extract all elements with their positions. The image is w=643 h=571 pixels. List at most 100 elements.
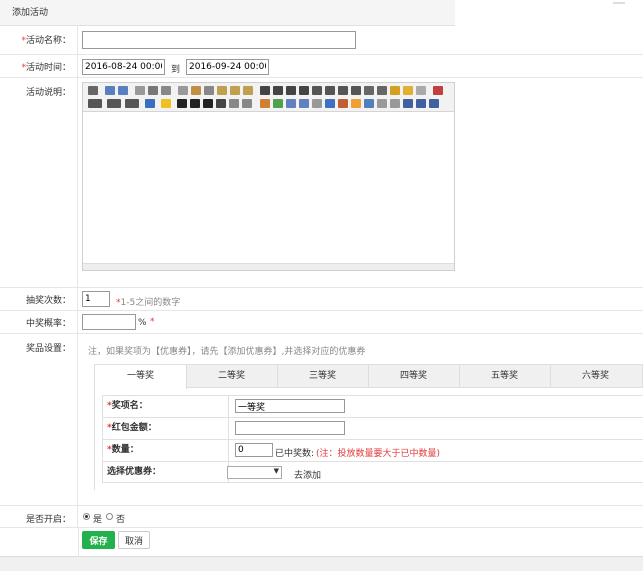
bottom-bar — [0, 556, 643, 571]
font-color-icon[interactable] — [145, 99, 155, 108]
italic-icon[interactable] — [190, 99, 200, 108]
tab-prize-3[interactable]: 三等奖 — [277, 365, 369, 387]
tab-prize-2[interactable]: 二等奖 — [186, 365, 278, 387]
label-time: 活动时间： — [25, 63, 71, 73]
page-title: 添加活动 — [0, 0, 455, 26]
tab-prize-5[interactable]: 五等奖 — [459, 365, 551, 387]
select-all-icon[interactable] — [403, 86, 413, 95]
cancel-button[interactable]: 取消 — [118, 531, 150, 549]
end-time-input[interactable] — [186, 59, 269, 75]
align-center-icon[interactable] — [273, 86, 283, 95]
attachment-icon[interactable] — [312, 99, 322, 108]
coupon-row: 选择优惠券： 去添加 — [102, 461, 643, 483]
save-button[interactable]: 保存 — [82, 531, 115, 549]
multi-image-icon[interactable] — [273, 99, 283, 108]
footer-label-col — [0, 528, 79, 556]
label-name: 活动名称： — [25, 36, 71, 46]
percent-unit: % — [138, 318, 147, 328]
clear-format-icon[interactable] — [390, 86, 400, 95]
outdent-icon[interactable] — [351, 86, 361, 95]
strikethrough-icon[interactable] — [216, 99, 226, 108]
hr-icon[interactable] — [338, 99, 348, 108]
highlight-icon[interactable] — [161, 99, 171, 108]
undo-icon[interactable] — [105, 86, 115, 95]
rate-required-mark: * — [150, 317, 155, 327]
redo-icon[interactable] — [118, 86, 128, 95]
win-rate-input[interactable] — [82, 314, 136, 330]
code-icon[interactable] — [377, 99, 387, 108]
label-enabled: 是否开启： — [25, 515, 71, 525]
start-time-input[interactable] — [82, 59, 165, 75]
print-icon[interactable] — [148, 86, 158, 95]
indent-icon[interactable] — [338, 86, 348, 95]
media-icon[interactable] — [299, 99, 309, 108]
quantity-row: *数量： 已中奖数: (注：投放数量要大于已中数量) — [102, 439, 643, 461]
fullscreen-icon[interactable] — [433, 86, 443, 95]
ordered-list-icon[interactable] — [312, 86, 322, 95]
line-height-icon[interactable] — [229, 99, 239, 108]
prize-name-row: *奖项名： — [102, 395, 643, 417]
add-coupon-link[interactable]: 去添加 — [294, 468, 321, 481]
quantity-input[interactable] — [235, 443, 273, 457]
time-separator: 到 — [171, 65, 181, 75]
enabled-yes-label: 是 — [93, 515, 103, 525]
paste-text-icon[interactable] — [230, 86, 240, 95]
quantity-label: 数量： — [111, 445, 139, 455]
copy-icon[interactable] — [204, 86, 214, 95]
red-packet-input[interactable] — [235, 421, 345, 435]
paste-word-icon[interactable] — [243, 86, 253, 95]
prize-name-label: 奖项名： — [111, 401, 148, 411]
tab-prize-1[interactable]: 一等奖 — [95, 365, 187, 389]
template-icon[interactable] — [178, 86, 188, 95]
label-rate: 中奖概率： — [25, 319, 71, 329]
align-left-icon[interactable] — [260, 86, 270, 95]
chevron-down-icon: ▼ — [273, 467, 279, 475]
source-icon[interactable] — [88, 86, 98, 95]
subscript-icon[interactable] — [364, 86, 374, 95]
prize-tabs: 一等奖 二等奖 三等奖 四等奖 五等奖 六等奖 — [94, 364, 643, 389]
image-icon[interactable] — [260, 99, 270, 108]
prize-name-input[interactable] — [235, 399, 345, 413]
draw-count-input[interactable] — [82, 291, 110, 307]
enabled-no-radio[interactable] — [106, 513, 113, 520]
new-doc-icon[interactable] — [135, 86, 145, 95]
tab-prize-6[interactable]: 六等奖 — [550, 365, 641, 387]
paste-icon[interactable] — [217, 86, 227, 95]
editor-resize-bar[interactable] — [83, 263, 454, 270]
row-rate: 中奖概率： % * — [0, 311, 643, 334]
heading-icon[interactable] — [88, 99, 102, 108]
row-time: *活动时间： 到 — [0, 55, 643, 78]
emoticon-icon[interactable] — [351, 99, 361, 108]
quantity-note: (注：投放数量要大于已中数量) — [316, 449, 441, 459]
table-icon[interactable] — [325, 99, 335, 108]
underline-icon[interactable] — [203, 99, 213, 108]
superscript-icon[interactable] — [377, 86, 387, 95]
draw-count-hint: 1-5之间的数字 — [120, 298, 181, 308]
rich-text-editor[interactable] — [82, 82, 455, 271]
bold-icon[interactable] — [177, 99, 187, 108]
link-icon[interactable] — [416, 99, 426, 108]
eraser-icon[interactable] — [242, 99, 252, 108]
map-icon[interactable] — [364, 99, 374, 108]
tab-prize-4[interactable]: 四等奖 — [368, 365, 460, 387]
preview-icon[interactable] — [161, 86, 171, 95]
row-name: *活动名称： — [0, 26, 643, 55]
decor-line — [613, 2, 625, 4]
activity-name-input[interactable] — [82, 31, 356, 49]
unlink-icon[interactable] — [429, 99, 439, 108]
enabled-no-label: 否 — [116, 515, 126, 525]
font-size-icon[interactable] — [125, 99, 139, 108]
coupon-select[interactable]: ▼ — [227, 466, 282, 479]
align-right-icon[interactable] — [286, 86, 296, 95]
won-count-label: 已中奖数: — [275, 449, 315, 459]
flash-icon[interactable] — [286, 99, 296, 108]
unordered-list-icon[interactable] — [325, 86, 335, 95]
anchor-icon[interactable] — [403, 99, 413, 108]
cut-icon[interactable] — [191, 86, 201, 95]
pointer-icon[interactable] — [416, 86, 426, 95]
red-packet-label: 红包金额： — [111, 423, 157, 433]
justify-icon[interactable] — [299, 86, 309, 95]
pagebreak-icon[interactable] — [390, 99, 400, 108]
enabled-yes-radio[interactable] — [83, 513, 90, 520]
font-family-icon[interactable] — [107, 99, 121, 108]
